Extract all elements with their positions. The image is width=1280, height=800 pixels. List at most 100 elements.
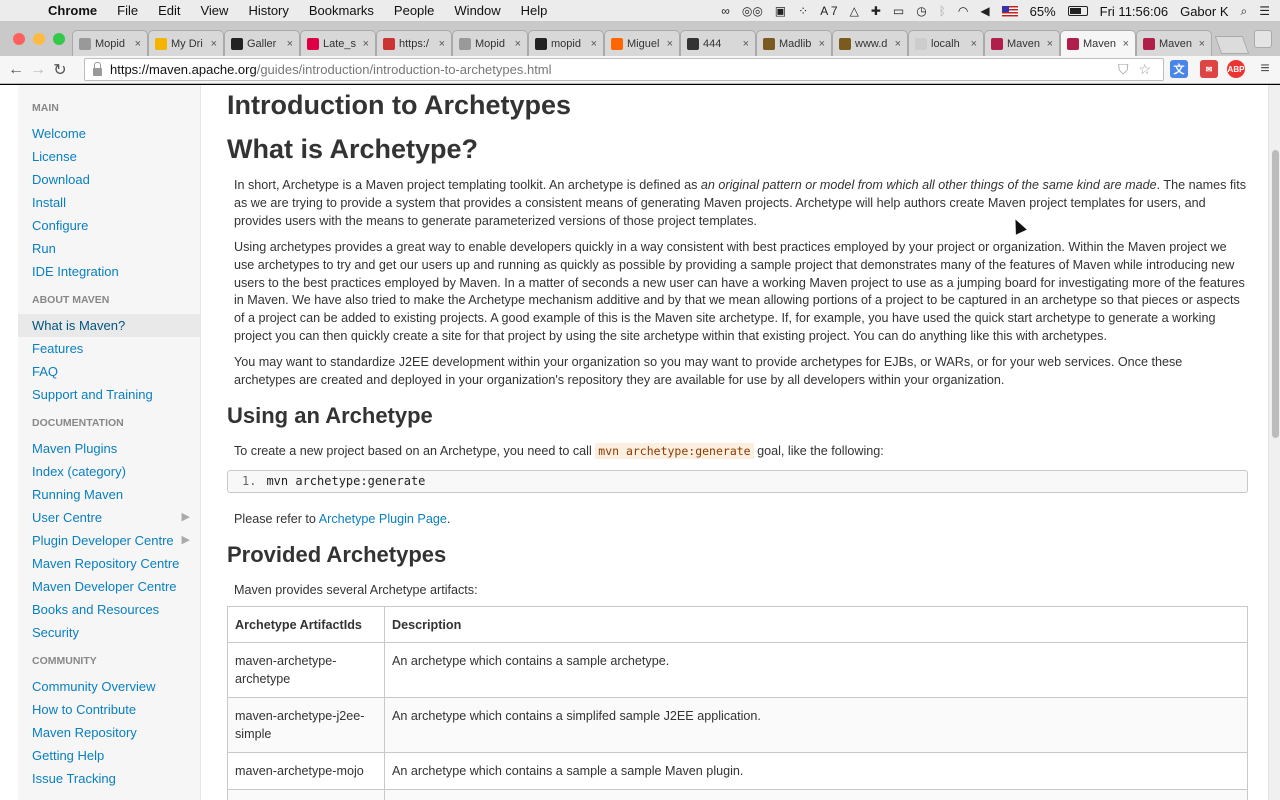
tab-close-icon[interactable]: × <box>1047 38 1053 50</box>
wifi-icon[interactable]: ◠ <box>958 4 968 18</box>
sidebar-item-maven-plugins[interactable]: Maven Plugins <box>18 437 200 460</box>
tab[interactable]: localh × <box>908 30 984 56</box>
sidebar-item-welcome[interactable]: Welcome <box>18 122 200 145</box>
tab[interactable]: mopid × <box>528 30 604 56</box>
zoom-window-button[interactable] <box>53 33 65 45</box>
sidebar-item-maven-repository-centre[interactable]: Maven Repository Centre <box>18 552 200 575</box>
airplay-icon[interactable]: ▭ <box>893 4 904 18</box>
user-name[interactable]: Gabor K <box>1180 4 1228 19</box>
sidebar-item-what-is-maven[interactable]: What is Maven? <box>18 314 200 337</box>
menu-bookmarks[interactable]: Bookmarks <box>309 3 374 18</box>
tab-close-icon[interactable]: × <box>743 38 749 50</box>
tab[interactable]: Miguel × <box>604 30 680 56</box>
menu-app-name[interactable]: Chrome <box>48 3 97 18</box>
forward-button[interactable]: → <box>27 61 49 79</box>
new-tab-button[interactable] <box>1214 36 1250 54</box>
sidebar-item-maven-repository[interactable]: Maven Repository <box>18 721 200 744</box>
adobe-icon[interactable]: A 7 <box>820 4 837 18</box>
scrollbar-thumb[interactable] <box>1272 150 1279 438</box>
tab[interactable]: Mopid × <box>72 30 148 56</box>
archetype-plugin-link[interactable]: Archetype Plugin Page <box>319 512 447 526</box>
tab-close-icon[interactable]: × <box>971 38 977 50</box>
tab[interactable]: Late_s × <box>300 30 376 56</box>
us-flag-input-icon[interactable] <box>1001 5 1018 17</box>
tab-close-icon[interactable]: × <box>287 38 293 50</box>
tab-close-icon[interactable]: × <box>895 38 901 50</box>
adblock-plus-icon[interactable]: ABP <box>1227 60 1245 78</box>
tab-close-icon[interactable]: × <box>819 38 825 50</box>
app-status-icon[interactable]: ▣ <box>775 4 786 18</box>
sidebar-item-getting-help[interactable]: Getting Help <box>18 744 200 767</box>
glasses-icon[interactable]: ◎◎ <box>742 4 763 18</box>
tab-close-icon[interactable]: × <box>135 38 141 50</box>
tab-close-icon[interactable]: × <box>1199 38 1205 50</box>
bluetooth-icon[interactable]: ᛒ <box>939 4 946 18</box>
reload-button[interactable]: ↻ <box>49 60 71 80</box>
menu-people[interactable]: People <box>394 3 434 18</box>
sidebar-item-faq[interactable]: FAQ <box>18 360 200 383</box>
menu-file[interactable]: File <box>117 3 138 18</box>
sidebar-item-plugin-developer-centre[interactable]: Plugin Developer Centre ▶ <box>18 529 200 552</box>
spotlight-search-icon[interactable]: ⌕ <box>1241 4 1248 19</box>
tab-active[interactable]: Maven × <box>1060 30 1136 56</box>
grid-icon[interactable]: ⁘ <box>798 4 808 18</box>
close-window-button[interactable] <box>13 33 25 45</box>
time-machine-icon[interactable]: ◷ <box>916 4 926 18</box>
sidebar-item-security[interactable]: Security <box>18 621 200 644</box>
minimize-window-button[interactable] <box>33 33 45 45</box>
infinity-icon[interactable]: ∞ <box>721 4 730 18</box>
tab[interactable]: Madlib × <box>756 30 832 56</box>
tab-close-icon[interactable]: × <box>1123 38 1129 50</box>
drive-icon[interactable]: △ <box>850 4 859 18</box>
sidebar-item-issue-tracking[interactable]: Issue Tracking <box>18 767 200 790</box>
sidebar-item-support-and-training[interactable]: Support and Training <box>18 383 200 406</box>
tab[interactable]: Maven × <box>984 30 1060 56</box>
bookmark-star-icon[interactable]: ☆ <box>1138 61 1151 78</box>
tab-close-icon[interactable]: × <box>515 38 521 50</box>
sidebar-item-how-to-contribute[interactable]: How to Contribute <box>18 698 200 721</box>
clock[interactable]: Fri 11:56:06 <box>1100 4 1168 19</box>
sidebar-item-download[interactable]: Download <box>18 168 200 191</box>
tab-close-icon[interactable]: × <box>211 38 217 50</box>
sidebar-item-run[interactable]: Run <box>18 237 200 260</box>
tab[interactable]: Maven × <box>1136 30 1212 56</box>
sidebar-item-features[interactable]: Features <box>18 337 200 360</box>
tab[interactable]: My Dri × <box>148 30 224 56</box>
tab[interactable]: https:/ × <box>376 30 452 56</box>
address-bar[interactable]: https://maven.apache.org/guides/introduc… <box>84 58 1164 81</box>
lock-icon[interactable] <box>93 61 102 76</box>
sidebar-item-install[interactable]: Install <box>18 191 200 214</box>
sidebar-item-user-centre[interactable]: User Centre ▶ <box>18 506 200 529</box>
shield-icon[interactable]: ⛉ <box>1118 61 1129 78</box>
battery-icon[interactable] <box>1067 6 1088 16</box>
menu-window[interactable]: Window <box>454 3 500 18</box>
sidebar-item-maven-developer-centre[interactable]: Maven Developer Centre <box>18 575 200 598</box>
menu-edit[interactable]: Edit <box>158 3 180 18</box>
sidebar-item-running-maven[interactable]: Running Maven <box>18 483 200 506</box>
menu-view[interactable]: View <box>200 3 228 18</box>
chrome-menu-icon[interactable]: ≡ <box>1256 60 1274 78</box>
tab-close-icon[interactable]: × <box>363 38 369 50</box>
sidebar-item-ide-integration[interactable]: IDE Integration <box>18 260 200 283</box>
tab-close-icon[interactable]: × <box>667 38 673 50</box>
back-button[interactable]: ← <box>5 61 27 79</box>
notification-center-icon[interactable]: ☰ <box>1259 4 1270 18</box>
gmail-extension-icon[interactable]: ✉ <box>1200 60 1218 78</box>
sidebar-item-configure[interactable]: Configure <box>18 214 200 237</box>
menu-history[interactable]: History <box>248 3 288 18</box>
profile-button[interactable] <box>1254 30 1272 48</box>
tab[interactable]: Galler × <box>224 30 300 56</box>
tab[interactable]: 444 × <box>680 30 756 56</box>
tab[interactable]: www.d × <box>832 30 908 56</box>
page-scrollbar[interactable] <box>1268 85 1280 800</box>
tab[interactable]: Mopid × <box>452 30 528 56</box>
tab-close-icon[interactable]: × <box>439 38 445 50</box>
sidebar-item-license[interactable]: License <box>18 145 200 168</box>
plus-icon[interactable]: ✚ <box>871 4 881 18</box>
sidebar-item-books-and-resources[interactable]: Books and Resources <box>18 598 200 621</box>
menu-help[interactable]: Help <box>521 3 548 18</box>
translate-extension-icon[interactable]: 文 <box>1170 60 1188 78</box>
sidebar-item-index-category[interactable]: Index (category) <box>18 460 200 483</box>
tab-close-icon[interactable]: × <box>591 38 597 50</box>
sidebar-item-community-overview[interactable]: Community Overview <box>18 675 200 698</box>
